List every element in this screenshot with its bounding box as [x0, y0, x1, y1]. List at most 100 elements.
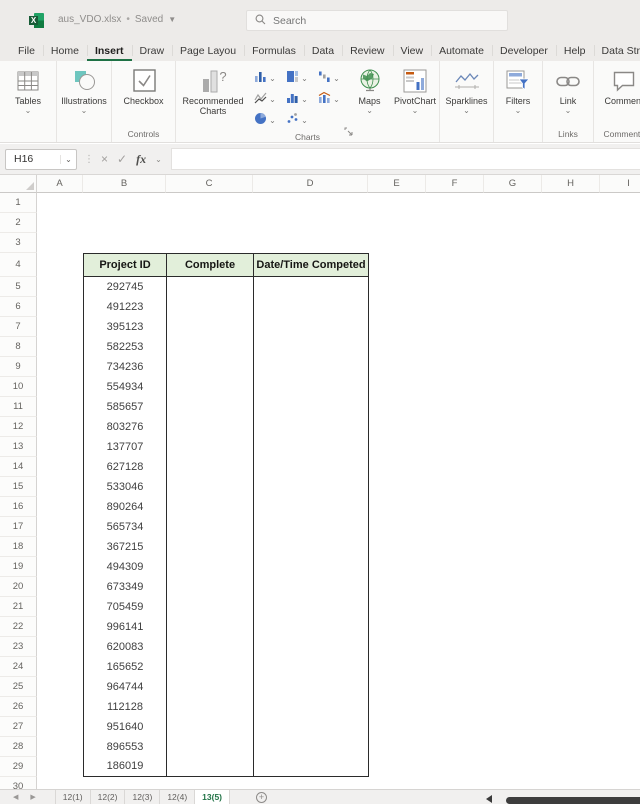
horizontal-scrollbar-thumb[interactable] — [506, 797, 640, 804]
name-box[interactable]: H16 ⌄ — [5, 149, 77, 170]
column-header[interactable]: H — [542, 175, 600, 193]
sheet-tab[interactable]: 12(3) — [125, 790, 160, 804]
row-header[interactable]: 13 — [0, 437, 37, 457]
row-header[interactable]: 20 — [0, 577, 37, 597]
cell-complete[interactable] — [167, 677, 254, 697]
cell-complete[interactable] — [167, 477, 254, 497]
cell-datetime[interactable] — [254, 277, 369, 297]
cell-datetime[interactable] — [254, 517, 369, 537]
column-header[interactable]: E — [368, 175, 426, 193]
ribbon-tab[interactable]: Page Layou — [172, 40, 244, 61]
cell-datetime[interactable] — [254, 657, 369, 677]
combo-chart-button[interactable]: ⌄ — [314, 91, 340, 109]
cell-datetime[interactable] — [254, 297, 369, 317]
row-header[interactable]: 28 — [0, 737, 37, 757]
row-header[interactable]: 26 — [0, 697, 37, 717]
cell-project-id[interactable]: 367215 — [84, 537, 167, 557]
pie-chart-button[interactable]: ⌄ — [250, 112, 276, 130]
chevron-down-icon[interactable]: ▼ — [168, 15, 176, 24]
link-button[interactable]: Link ⌄ — [551, 64, 585, 117]
cell-datetime[interactable] — [254, 477, 369, 497]
cell-datetime[interactable] — [254, 337, 369, 357]
cell-datetime[interactable] — [254, 737, 369, 757]
row-header[interactable]: 2 — [0, 213, 37, 233]
cell-project-id[interactable]: 734236 — [84, 357, 167, 377]
cell-project-id[interactable]: 395123 — [84, 317, 167, 337]
cell-datetime[interactable] — [254, 457, 369, 477]
row-header[interactable]: 6 — [0, 297, 37, 317]
row-header[interactable]: 19 — [0, 557, 37, 577]
cell-project-id[interactable]: 582253 — [84, 337, 167, 357]
cell-project-id[interactable]: 951640 — [84, 717, 167, 737]
cell-complete[interactable] — [167, 637, 254, 657]
row-header[interactable]: 14 — [0, 457, 37, 477]
column-header[interactable]: I — [600, 175, 640, 193]
cell-datetime[interactable] — [254, 497, 369, 517]
cell-complete[interactable] — [167, 337, 254, 357]
sheet-tab[interactable]: 12(1) — [55, 790, 91, 804]
cell-project-id[interactable]: 491223 — [84, 297, 167, 317]
ribbon-tab[interactable]: Insert — [87, 40, 132, 61]
column-header[interactable]: B — [83, 175, 166, 193]
sheet-tab[interactable]: 12(4) — [160, 790, 195, 804]
column-header[interactable]: D — [253, 175, 368, 193]
ribbon-tab[interactable]: Data Strear — [594, 40, 640, 61]
enter-icon[interactable]: ✓ — [117, 152, 127, 166]
cell-complete[interactable] — [167, 697, 254, 717]
ribbon-tab[interactable]: Review — [342, 40, 392, 61]
cell-project-id[interactable]: 964744 — [84, 677, 167, 697]
row-header[interactable]: 23 — [0, 637, 37, 657]
statistic-chart-button[interactable]: ⌄ — [282, 91, 308, 109]
cell-project-id[interactable]: 137707 — [84, 437, 167, 457]
cell-complete[interactable] — [167, 517, 254, 537]
cancel-icon[interactable]: × — [101, 152, 108, 166]
row-header[interactable]: 18 — [0, 537, 37, 557]
row-header[interactable]: 24 — [0, 657, 37, 677]
pivotchart-button[interactable]: PivotChart ⌄ — [391, 64, 439, 117]
column-header[interactable]: C — [166, 175, 253, 193]
ribbon-tab[interactable]: Data — [304, 40, 342, 61]
sheet-nav-right-icon[interactable]: ▶ — [30, 793, 35, 801]
row-header[interactable]: 27 — [0, 717, 37, 737]
row-header[interactable]: 21 — [0, 597, 37, 617]
cell-datetime[interactable] — [254, 637, 369, 657]
hierarchy-chart-button[interactable]: ⌄ — [282, 70, 308, 88]
cell-complete[interactable] — [167, 457, 254, 477]
cell-complete[interactable] — [167, 717, 254, 737]
ribbon-tab[interactable]: Home — [43, 40, 87, 61]
cell-datetime[interactable] — [254, 717, 369, 737]
cell-complete[interactable] — [167, 597, 254, 617]
cell-complete[interactable] — [167, 297, 254, 317]
cell-datetime[interactable] — [254, 597, 369, 617]
scatter-chart-button[interactable]: ⌄ — [282, 112, 308, 130]
ribbon-tab[interactable]: Automate — [431, 40, 492, 61]
row-header[interactable]: 1 — [0, 193, 37, 213]
cell-project-id[interactable]: 896553 — [84, 737, 167, 757]
row-header[interactable]: 16 — [0, 497, 37, 517]
cell-complete[interactable] — [167, 577, 254, 597]
cell-datetime[interactable] — [254, 617, 369, 637]
ribbon-tab[interactable]: Help — [556, 40, 594, 61]
chevron-down-icon[interactable]: ⌄ — [155, 155, 162, 164]
chevron-down-icon[interactable]: ⌄ — [60, 155, 76, 164]
row-header[interactable]: 5 — [0, 277, 37, 297]
cell-project-id[interactable]: 186019 — [84, 757, 167, 777]
ribbon-tab[interactable]: File — [10, 40, 43, 61]
row-header[interactable]: 3 — [0, 233, 37, 253]
cell-project-id[interactable]: 494309 — [84, 557, 167, 577]
cell-datetime[interactable] — [254, 317, 369, 337]
sparklines-button[interactable]: Sparklines ⌄ — [442, 64, 490, 117]
scroll-left-arrow-icon[interactable] — [486, 795, 492, 803]
cell-datetime[interactable] — [254, 757, 369, 777]
cell-complete[interactable] — [167, 357, 254, 377]
cell-project-id[interactable]: 673349 — [84, 577, 167, 597]
cell-project-id[interactable]: 996141 — [84, 617, 167, 637]
checkbox-button[interactable]: Checkbox — [120, 64, 166, 108]
cell-project-id[interactable]: 533046 — [84, 477, 167, 497]
search-box[interactable] — [246, 10, 508, 31]
cell-datetime[interactable] — [254, 697, 369, 717]
row-header[interactable]: 17 — [0, 517, 37, 537]
cell-complete[interactable] — [167, 557, 254, 577]
column-header[interactable]: A — [37, 175, 83, 193]
cell-project-id[interactable]: 112128 — [84, 697, 167, 717]
